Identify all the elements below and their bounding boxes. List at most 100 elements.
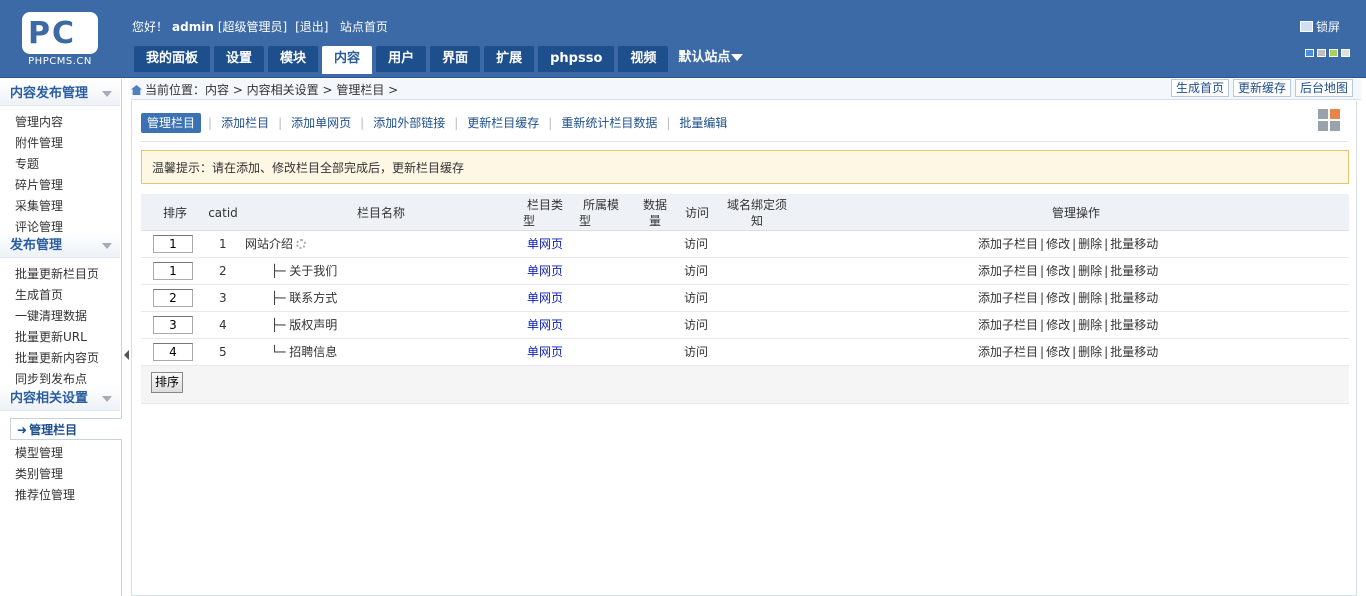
logo: PC PHPCMS.CN bbox=[20, 10, 100, 70]
tree-prefix: ├─ bbox=[271, 291, 290, 305]
category-name: 版权声明 bbox=[289, 318, 338, 332]
tab-content[interactable]: 内容 bbox=[322, 46, 373, 74]
breadcrumb-text: 当前位置：内容 > 内容相关设置 > 管理栏目 > bbox=[145, 83, 399, 97]
subnav-recount-data[interactable]: 重新统计栏目数据 bbox=[559, 113, 659, 133]
settings-gear-icon[interactable] bbox=[296, 239, 307, 249]
visit-link[interactable]: 访问 bbox=[684, 285, 708, 311]
admin-map-button[interactable]: 后台地图 bbox=[1294, 79, 1353, 97]
top-header: PC PHPCMS.CN 您好！ admin [超级管理员] [退出] 站点首页 我… bbox=[0, 0, 1366, 78]
update-cache-button[interactable]: 更新缓存 bbox=[1232, 79, 1291, 97]
grid-view-icon[interactable] bbox=[1318, 109, 1344, 135]
tab-modules[interactable]: 模块 bbox=[268, 46, 319, 72]
visit-link[interactable]: 访问 bbox=[684, 258, 708, 284]
lock-screen-button[interactable]: 锁屏 bbox=[1299, 18, 1340, 35]
breadcrumb: 当前位置：内容 > 内容相关设置 > 管理栏目 > bbox=[131, 81, 398, 98]
order-input[interactable]: 1 bbox=[153, 235, 193, 253]
cell-type[interactable]: 单网页 bbox=[527, 258, 563, 284]
category-name: 联系方式 bbox=[289, 291, 338, 305]
order-input[interactable]: 3 bbox=[153, 316, 193, 334]
sidebar-item[interactable]: 类别管理 bbox=[15, 465, 63, 482]
batch-move-link[interactable]: 批量移动 bbox=[1110, 291, 1158, 305]
site-selector[interactable]: 默认站点 bbox=[672, 46, 747, 72]
add-subcategory-link[interactable]: 添加子栏目 bbox=[978, 318, 1038, 332]
cell-ops: 添加子栏目 | 修改 | 删除 | 批量移动 bbox=[978, 264, 1159, 278]
add-subcategory-link[interactable]: 添加子栏目 bbox=[978, 237, 1038, 251]
cell-name: ├─ 关于我们 bbox=[271, 258, 337, 284]
category-name: 网站介绍 bbox=[245, 237, 294, 251]
sidebar-item[interactable]: 专题 bbox=[15, 155, 39, 172]
sidebar-item-active[interactable]: ➜ 管理栏目 bbox=[10, 418, 122, 440]
sidebar-section-title[interactable]: 内容发布管理 bbox=[0, 81, 120, 106]
batch-move-link[interactable]: 批量移动 bbox=[1110, 318, 1158, 332]
delete-link[interactable]: 删除 bbox=[1078, 237, 1102, 251]
sidebar-item[interactable]: 采集管理 bbox=[15, 197, 63, 214]
sidebar-item[interactable]: 生成首页 bbox=[15, 286, 63, 303]
section-label: 内容发布管理 bbox=[10, 86, 89, 101]
subnav-add-category[interactable]: 添加栏目 bbox=[219, 113, 271, 133]
skin-gray-swatch[interactable] bbox=[1317, 49, 1326, 57]
generate-home-button[interactable]: 生成首页 bbox=[1170, 79, 1229, 97]
col-visit: 访问 bbox=[684, 206, 709, 220]
sidebar-section-title[interactable]: 发布管理 bbox=[0, 233, 120, 258]
delete-link[interactable]: 删除 bbox=[1078, 291, 1102, 305]
edit-link[interactable]: 修改 bbox=[1046, 237, 1070, 251]
skin-white-swatch[interactable] bbox=[1341, 49, 1350, 57]
sidebar-item[interactable]: 模型管理 bbox=[15, 444, 63, 461]
order-input[interactable]: 2 bbox=[153, 289, 193, 307]
skin-blue-swatch[interactable] bbox=[1305, 49, 1314, 57]
greeting: 您好！ bbox=[132, 20, 169, 34]
site-home-link[interactable]: 站点首页 bbox=[340, 20, 388, 34]
caret-down-icon bbox=[731, 54, 744, 61]
subnav-add-external-link[interactable]: 添加外部链接 bbox=[371, 113, 447, 133]
tab-extend[interactable]: 扩展 bbox=[484, 46, 535, 72]
sidebar-item[interactable]: 碎片管理 bbox=[15, 176, 63, 193]
subnav-batch-edit[interactable]: 批量编辑 bbox=[677, 113, 729, 133]
edit-link[interactable]: 修改 bbox=[1046, 264, 1070, 278]
sidebar-section-title[interactable]: 内容相关设置 bbox=[0, 386, 120, 411]
visit-link[interactable]: 访问 bbox=[684, 339, 708, 365]
order-input[interactable]: 1 bbox=[153, 262, 193, 280]
order-input[interactable]: 4 bbox=[153, 343, 193, 361]
logout-link[interactable]: [退出] bbox=[295, 20, 328, 34]
edit-link[interactable]: 修改 bbox=[1046, 318, 1070, 332]
sidebar-item[interactable]: 同步到发布点 bbox=[15, 370, 87, 387]
sidebar-item[interactable]: 批量更新内容页 bbox=[15, 349, 99, 366]
skin-green-swatch[interactable] bbox=[1329, 49, 1338, 57]
tab-interface[interactable]: 界面 bbox=[430, 46, 481, 72]
add-subcategory-link[interactable]: 添加子栏目 bbox=[978, 291, 1038, 305]
batch-move-link[interactable]: 批量移动 bbox=[1110, 345, 1158, 359]
add-subcategory-link[interactable]: 添加子栏目 bbox=[978, 345, 1038, 359]
cell-type[interactable]: 单网页 bbox=[527, 231, 563, 257]
cell-type[interactable]: 单网页 bbox=[527, 339, 563, 365]
tab-users[interactable]: 用户 bbox=[376, 46, 427, 72]
sidebar-collapse-button[interactable] bbox=[124, 350, 130, 362]
batch-move-link[interactable]: 批量移动 bbox=[1110, 264, 1158, 278]
edit-link[interactable]: 修改 bbox=[1046, 345, 1070, 359]
cell-type[interactable]: 单网页 bbox=[527, 312, 563, 338]
delete-link[interactable]: 删除 bbox=[1078, 318, 1102, 332]
batch-move-link[interactable]: 批量移动 bbox=[1110, 237, 1158, 251]
sidebar-item[interactable]: 管理内容 bbox=[15, 113, 63, 130]
cell-type[interactable]: 单网页 bbox=[527, 285, 563, 311]
subnav-manage-category[interactable]: 管理栏目 bbox=[141, 113, 202, 133]
edit-link[interactable]: 修改 bbox=[1046, 291, 1070, 305]
subnav-add-single-page[interactable]: 添加单网页 bbox=[289, 113, 353, 133]
top-nav: 我的面板 设置 模块 内容 用户 界面 扩展 phpsso 视频 默认站点 bbox=[134, 46, 747, 74]
tab-settings[interactable]: 设置 bbox=[214, 46, 265, 72]
sidebar-item[interactable]: 一键清理数据 bbox=[15, 307, 87, 324]
sidebar-item[interactable]: 批量更新URL bbox=[15, 328, 87, 345]
breadcrumb-bar: 当前位置：内容 > 内容相关设置 > 管理栏目 > 生成首页 更新缓存 后台地图 bbox=[131, 79, 1361, 100]
visit-link[interactable]: 访问 bbox=[684, 231, 708, 257]
visit-link[interactable]: 访问 bbox=[684, 312, 708, 338]
sidebar-item[interactable]: 附件管理 bbox=[15, 134, 63, 151]
delete-link[interactable]: 删除 bbox=[1078, 345, 1102, 359]
sort-submit-button[interactable]: 排序 bbox=[151, 372, 184, 393]
tab-my-panel[interactable]: 我的面板 bbox=[134, 46, 211, 72]
tab-video[interactable]: 视频 bbox=[618, 46, 669, 72]
tab-phpsso[interactable]: phpsso bbox=[538, 46, 615, 72]
sidebar-item[interactable]: 推荐位管理 bbox=[15, 486, 75, 503]
sidebar-item[interactable]: 批量更新栏目页 bbox=[15, 265, 99, 282]
add-subcategory-link[interactable]: 添加子栏目 bbox=[978, 264, 1038, 278]
subnav-update-category-cache[interactable]: 更新栏目缓存 bbox=[465, 113, 541, 133]
delete-link[interactable]: 删除 bbox=[1078, 264, 1102, 278]
